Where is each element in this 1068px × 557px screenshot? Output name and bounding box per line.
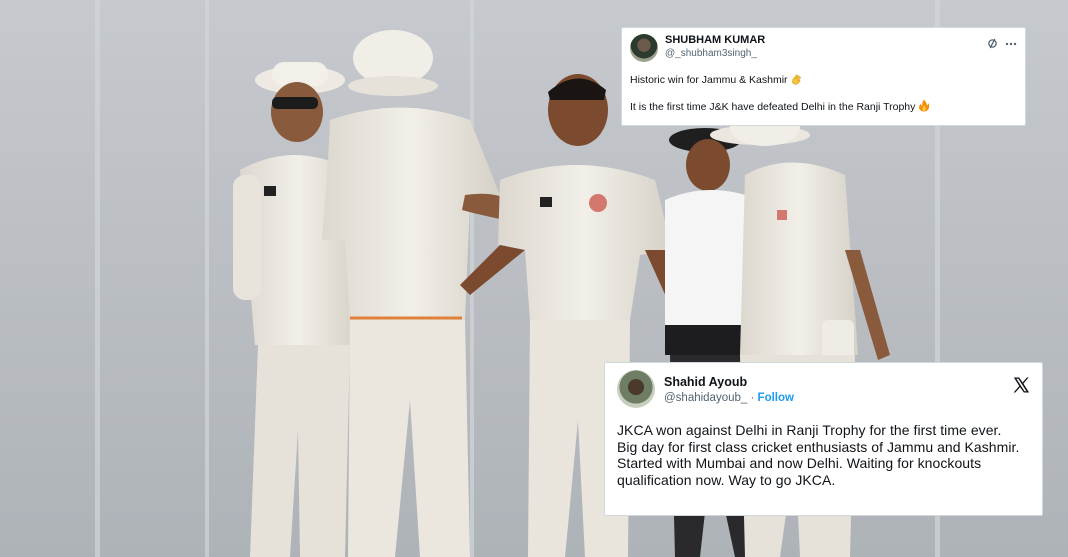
tweet-actions: [987, 34, 1017, 49]
more-icon[interactable]: [1005, 42, 1017, 46]
fire-icon: [919, 99, 930, 112]
author-name[interactable]: SHUBHAM KUMAR: [665, 34, 765, 47]
x-logo-icon[interactable]: [1012, 376, 1030, 394]
tweet-author: Shahid Ayoub @shahidayoub_ · Follow: [664, 370, 794, 406]
tweet-card-top[interactable]: SHUBHAM KUMAR @_shubham3singh_ Historic …: [621, 27, 1026, 126]
author-handle[interactable]: @_shubham3singh_: [665, 47, 765, 60]
tweet-line-2: It is the first time J&K have defeated D…: [630, 99, 1017, 114]
tweet-card-bottom[interactable]: Shahid Ayoub @shahidayoub_ · Follow JKCA…: [604, 362, 1043, 516]
avatar[interactable]: [617, 370, 655, 408]
avatar[interactable]: [630, 34, 658, 62]
tweet-body: Historic win for Jammu & Kashmir It is t…: [630, 73, 1017, 114]
tweet-paragraph-1: JKCA won against Delhi in Ranji Trophy f…: [617, 422, 1002, 438]
clapping-hands-icon: [792, 74, 802, 85]
tweet-body: JKCA won against Delhi in Ranji Trophy f…: [617, 422, 1030, 488]
tweet-author: SHUBHAM KUMAR @_shubham3singh_: [665, 34, 765, 60]
tweet-header: SHUBHAM KUMAR @_shubham3singh_: [630, 34, 1017, 66]
author-handle[interactable]: @shahidayoub_: [664, 392, 747, 404]
tweet-paragraph-2: Big day for first class cricket enthusia…: [617, 438, 1020, 488]
tweet-header: Shahid Ayoub @shahidayoub_ · Follow: [617, 370, 1030, 412]
author-meta: @shahidayoub_ · Follow: [664, 390, 794, 406]
grok-icon[interactable]: [987, 38, 998, 49]
separator-dot: ·: [750, 392, 755, 404]
author-name[interactable]: Shahid Ayoub: [664, 374, 794, 390]
tweet-text-1: Historic win for Jammu & Kashmir: [630, 74, 788, 86]
tweet-line-1: Historic win for Jammu & Kashmir: [630, 73, 1017, 87]
follow-button[interactable]: Follow: [758, 392, 794, 404]
tweet-text-2: It is the first time J&K have defeated D…: [630, 101, 916, 113]
